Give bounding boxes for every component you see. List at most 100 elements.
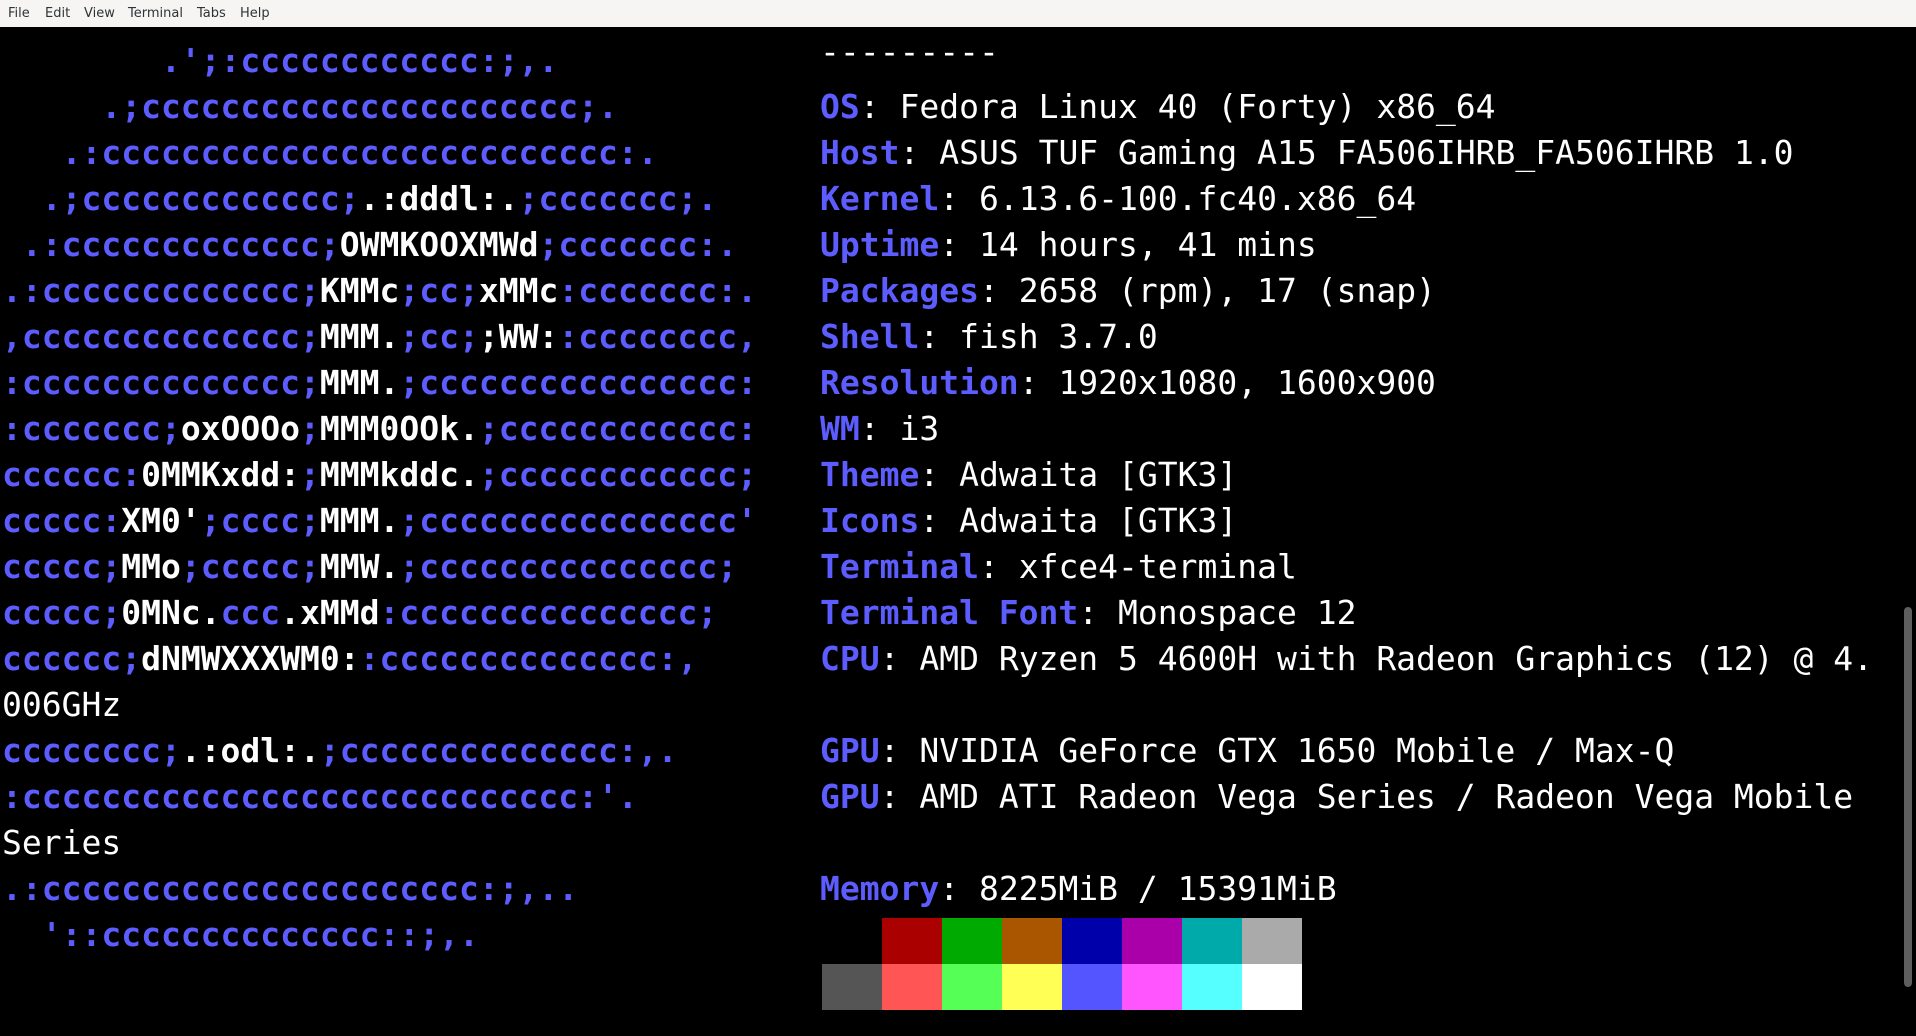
logo-segment: MMMkddc. xyxy=(319,455,479,494)
logo-segment: oxOOOo xyxy=(180,409,301,448)
palette-swatch-normal-5 xyxy=(1122,918,1182,964)
info-line: CPU: AMD Ryzen 5 4600H with Radeon Graph… xyxy=(820,639,1873,679)
info-value: AMD Ryzen 5 4600H with Radeon Graphics (… xyxy=(919,639,1874,678)
palette-swatch-bright-3 xyxy=(1002,964,1062,1010)
info-colon: : xyxy=(919,455,960,494)
info-value: NVIDIA GeForce GTX 1650 Mobile / Max-Q xyxy=(919,731,1675,770)
logo-line: ,cccccccccccccc;MMM.;cc;;WW::cccccccc, xyxy=(2,317,757,357)
info-colon: : xyxy=(978,271,1019,310)
palette-swatch-bright-2 xyxy=(942,964,1002,1010)
logo-segment: xMMc xyxy=(478,271,559,310)
info-key: Icons xyxy=(820,501,920,540)
info-line: WM: i3 xyxy=(820,409,939,449)
info-value: Adwaita [GTK3] xyxy=(959,501,1238,540)
logo-segment: :ccccccc; xyxy=(2,409,181,448)
info-colon: : xyxy=(859,87,900,126)
info-colon: : xyxy=(939,179,979,218)
vertical-scrollbar[interactable] xyxy=(1900,27,1916,1036)
info-line: Resolution: 1920x1080, 1600x900 xyxy=(820,363,1436,403)
logo-segment: Series xyxy=(2,823,122,862)
logo-segment: ccccc: xyxy=(2,501,122,540)
info-value: fish 3.7.0 xyxy=(959,317,1158,356)
logo-segment: ;ccccc; xyxy=(180,547,320,586)
info-key: Terminal Font xyxy=(820,593,1079,632)
logo-segment: 0MMKxdd: xyxy=(141,455,301,494)
menu-terminal[interactable]: Terminal xyxy=(128,6,183,22)
logo-line: .';:cccccccccccc:;,. xyxy=(2,41,558,81)
logo-segment: .:dddl:. xyxy=(359,179,519,218)
info-value: i3 xyxy=(899,409,940,448)
logo-line: cccccccc;.:odl:.;cccccccccccccc:,. xyxy=(2,731,678,771)
palette-swatch-normal-3 xyxy=(1002,918,1062,964)
logo-line: .:cccccccccccccccccccccccccc:. xyxy=(2,133,658,173)
info-colon: : xyxy=(879,731,920,770)
info-value: 6.13.6-100.fc40.x86_64 xyxy=(978,179,1417,218)
separator-line: --------- xyxy=(820,32,999,71)
menu-tabs[interactable]: Tabs xyxy=(197,6,226,22)
logo-segment: 006GHz xyxy=(2,685,122,724)
logo-segment: ;cccccccccccc; xyxy=(478,455,758,494)
logo-segment: .:cccccccccccccccccccccccccc:. xyxy=(2,133,658,172)
info-line: Packages: 2658 (rpm), 17 (snap) xyxy=(820,271,1436,311)
scrollbar-thumb[interactable] xyxy=(1904,607,1912,987)
info-value: Fedora Linux 40 (Forty) x86_64 xyxy=(899,87,1496,126)
info-colon: : xyxy=(899,133,940,172)
info-colon: : xyxy=(1018,363,1059,402)
info-value: Monospace 12 xyxy=(1118,593,1357,632)
logo-segment: ;cccccccccccccccc' xyxy=(399,501,758,540)
info-colon: : xyxy=(879,639,920,678)
logo-segment: MMM. xyxy=(319,363,400,402)
logo-segment: .xMMd xyxy=(280,593,380,632)
info-value: Adwaita [GTK3] xyxy=(959,455,1238,494)
logo-line: .:cccccccccccccccccccccc:;,.. xyxy=(2,869,578,909)
logo-segment: ;ccccccc;. xyxy=(518,179,718,218)
menu-view[interactable]: View xyxy=(84,6,115,22)
logo-segment: .:odl:. xyxy=(180,731,320,770)
terminal-area[interactable]: .';:cccccccccccc:;,. .;ccccccccccccccccc… xyxy=(0,27,1900,1036)
info-line: Kernel: 6.13.6-100.fc40.x86_64 xyxy=(820,179,1416,219)
logo-segment: .';:cccccccccccc:;,. xyxy=(2,41,559,80)
info-line: OS: Fedora Linux 40 (Forty) x86_64 xyxy=(820,87,1496,127)
info-line: Host: ASUS TUF Gaming A15 FA506IHRB_FA50… xyxy=(820,133,1794,173)
info-line: Theme: Adwaita [GTK3] xyxy=(820,455,1237,495)
info-line: Uptime: 14 hours, 41 mins xyxy=(820,225,1317,265)
info-value: 1920x1080, 1600x900 xyxy=(1058,363,1436,402)
palette-swatch-normal-6 xyxy=(1182,918,1242,964)
logo-line: .;cccccccccccccccccccccc;. xyxy=(2,87,618,127)
palette-swatch-bright-5 xyxy=(1122,964,1182,1010)
palette-swatch-bright-1 xyxy=(882,964,942,1010)
logo-segment: ;WW: xyxy=(478,317,559,356)
logo-segment: :ccccccc:. xyxy=(558,271,758,310)
logo-segment: OWMKOOXMWd xyxy=(339,225,539,264)
palette-swatch-normal-1 xyxy=(882,918,942,964)
info-colon: : xyxy=(919,501,960,540)
logo-segment: cccccc; xyxy=(2,639,142,678)
logo-segment: ;cccccccccccc: xyxy=(478,409,758,448)
logo-segment: cccccc: xyxy=(2,455,142,494)
logo-line: '::cccccccccccccc::;,. xyxy=(2,915,479,955)
logo-line: :cccccccccccccccccccccccccccc:'. xyxy=(2,777,638,817)
logo-line: Series xyxy=(2,823,121,863)
logo-segment: MMM0OOk. xyxy=(319,409,479,448)
menu-bar: File Edit View Terminal Tabs Help xyxy=(0,0,1916,28)
info-value: 2658 (rpm), 17 (snap) xyxy=(1018,271,1436,310)
menu-help[interactable]: Help xyxy=(240,6,270,22)
logo-line: .:ccccccccccccc;OWMKOOXMWd;ccccccc:. xyxy=(2,225,737,265)
info-value: ASUS TUF Gaming A15 FA506IHRB_FA506IHRB … xyxy=(939,133,1794,172)
info-colon: : xyxy=(939,869,979,908)
info-colon: : xyxy=(939,225,979,264)
palette-swatch-bright-4 xyxy=(1062,964,1122,1010)
logo-segment: MMM. xyxy=(319,501,400,540)
info-key: Kernel xyxy=(820,179,940,218)
menu-file[interactable]: File xyxy=(8,6,30,22)
info-line: Memory: 8225MiB / 15391MiB xyxy=(820,869,1337,909)
logo-segment: 0MNc. xyxy=(121,593,221,632)
logo-segment: .:ccccccccccccc; xyxy=(2,225,340,264)
logo-segment: MMo xyxy=(121,547,181,586)
logo-segment: ;cccccccccccccccc: xyxy=(399,363,757,402)
info-key: OS xyxy=(820,87,860,126)
menu-edit[interactable]: Edit xyxy=(45,6,70,22)
info-colon: : xyxy=(978,547,1019,586)
info-key: GPU xyxy=(820,777,880,816)
logo-line: 006GHz xyxy=(2,685,121,725)
